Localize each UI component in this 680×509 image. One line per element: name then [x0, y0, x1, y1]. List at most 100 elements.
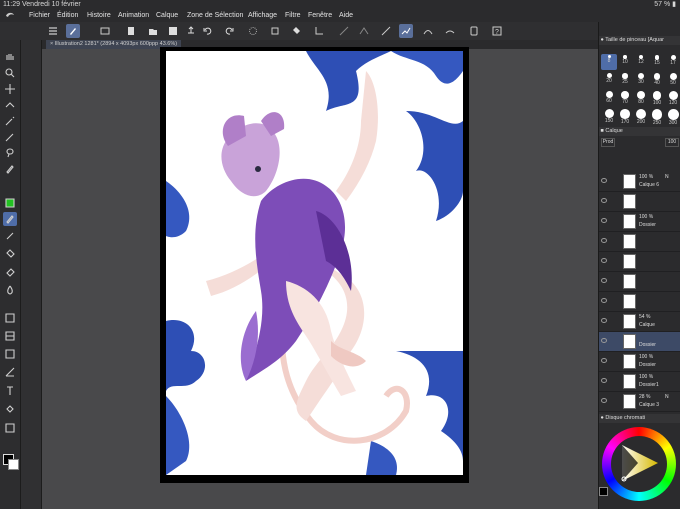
brush-size-option[interactable]: 150: [601, 108, 617, 124]
text-icon[interactable]: [3, 384, 17, 398]
brush-size-option[interactable]: 15: [649, 54, 665, 70]
bucket-icon[interactable]: [289, 24, 303, 38]
stroke2-icon[interactable]: [443, 24, 457, 38]
menu-animation[interactable]: Animation: [118, 9, 149, 22]
browser-icon[interactable]: [98, 24, 112, 38]
menu-aide[interactable]: Aide: [339, 9, 353, 22]
brush-size-option[interactable]: 120: [665, 90, 680, 106]
layer-row[interactable]: 100 % N Calque 6: [599, 172, 680, 192]
brush-size-option[interactable]: 200: [633, 108, 649, 125]
menu-filtre[interactable]: Filtre: [285, 9, 301, 22]
brush-size-option[interactable]: 40: [649, 72, 665, 88]
brush-icon[interactable]: [3, 229, 17, 243]
visibility-eye-icon[interactable]: [601, 278, 607, 283]
device-icon[interactable]: [467, 24, 481, 38]
brush-size-option[interactable]: 17: [665, 54, 680, 70]
hand-icon[interactable]: [3, 50, 17, 64]
brush-size-option[interactable]: 10: [617, 54, 633, 70]
zoom-icon[interactable]: [3, 66, 17, 80]
brush-size-option[interactable]: 12: [633, 54, 649, 70]
menu-icon[interactable]: [46, 24, 60, 38]
frame-icon[interactable]: [3, 329, 17, 343]
spinner-icon[interactable]: [246, 24, 260, 38]
visibility-eye-icon[interactable]: [601, 358, 607, 363]
magic-wand-icon[interactable]: [3, 114, 17, 128]
brush-size-option[interactable]: 30: [633, 72, 649, 88]
snap-icon[interactable]: [379, 24, 393, 38]
move-icon[interactable]: [3, 82, 17, 96]
pencil-icon[interactable]: [3, 212, 17, 226]
visibility-eye-icon[interactable]: [601, 238, 607, 243]
ruler-cmd-icon[interactable]: [337, 24, 351, 38]
brush-size-option[interactable]: 50: [665, 72, 680, 88]
sub-color-chip[interactable]: [8, 459, 19, 470]
crop-icon[interactable]: [312, 24, 326, 38]
pen-icon[interactable]: [3, 162, 17, 176]
brush-size-option[interactable]: 300: [665, 108, 680, 126]
visibility-eye-icon[interactable]: [601, 198, 607, 203]
visibility-eye-icon[interactable]: [601, 338, 607, 343]
main-color-swatch[interactable]: [599, 487, 608, 496]
green-color-icon[interactable]: [3, 196, 17, 210]
layer-row[interactable]: 100 % Dossier1: [599, 372, 680, 392]
selection-icon[interactable]: [3, 421, 17, 435]
menu-fichier[interactable]: Fichier: [29, 9, 50, 22]
help-icon[interactable]: ?: [490, 24, 504, 38]
eyedropper-icon[interactable]: [3, 130, 17, 144]
menu-zone-selection[interactable]: Zone de Sélection: [187, 9, 243, 22]
undo-icon[interactable]: [201, 24, 215, 38]
menu-fenetre[interactable]: Fenêtre: [308, 9, 332, 22]
layer-row[interactable]: 100 % Dossier: [599, 212, 680, 232]
open-icon[interactable]: [146, 24, 160, 38]
layer-row[interactable]: 54 % Calque: [599, 312, 680, 332]
layer-row[interactable]: [599, 232, 680, 252]
stroke-icon[interactable]: [421, 24, 435, 38]
eraser-icon[interactable]: [3, 265, 17, 279]
redo-icon[interactable]: [222, 24, 236, 38]
visibility-eye-icon[interactable]: [601, 298, 607, 303]
snap-active-icon[interactable]: [399, 24, 413, 38]
menu-edition[interactable]: Édition: [57, 9, 78, 22]
layer-row[interactable]: [599, 292, 680, 312]
visibility-eye-icon[interactable]: [601, 378, 607, 383]
menu-histoire[interactable]: Histoire: [87, 9, 111, 22]
brush-size-option[interactable]: 60: [601, 90, 617, 106]
app-logo-icon[interactable]: [5, 11, 15, 20]
visibility-eye-icon[interactable]: [601, 258, 607, 263]
layer-row[interactable]: 28 % N Calque 3: [599, 392, 680, 412]
brush-size-option[interactable]: 250: [649, 108, 665, 126]
layer-row[interactable]: Dossier: [599, 332, 680, 352]
layer-move-icon[interactable]: [3, 98, 17, 112]
brush-size-option[interactable]: 25: [617, 72, 633, 88]
export-icon[interactable]: [184, 24, 198, 38]
visibility-eye-icon[interactable]: [601, 398, 607, 403]
visibility-eye-icon[interactable]: [601, 218, 607, 223]
visibility-eye-icon[interactable]: [601, 318, 607, 323]
shape-icon[interactable]: [3, 311, 17, 325]
layer-row[interactable]: [599, 272, 680, 292]
lasso-icon[interactable]: [3, 146, 17, 160]
menu-calque[interactable]: Calque: [156, 9, 178, 22]
menu-affichage[interactable]: Affichage: [248, 9, 277, 22]
visibility-eye-icon[interactable]: [601, 178, 607, 183]
brush-size-option[interactable]: 100: [649, 90, 665, 106]
new-icon[interactable]: [124, 24, 138, 38]
brush-size-option[interactable]: 8: [601, 54, 617, 70]
brush-size-option[interactable]: 20: [601, 72, 617, 88]
fill-icon[interactable]: [3, 247, 17, 261]
color-triangle[interactable]: [618, 441, 662, 485]
layer-row[interactable]: 100 % Dossier: [599, 352, 680, 372]
blend-icon[interactable]: [3, 283, 17, 297]
transform-icon[interactable]: [268, 24, 282, 38]
opacity-field[interactable]: 100: [665, 138, 679, 147]
brush-size-option[interactable]: 70: [617, 90, 633, 106]
gradient-icon[interactable]: [3, 347, 17, 361]
layer-row[interactable]: [599, 252, 680, 272]
canvas-artwork[interactable]: [166, 51, 463, 475]
save-icon[interactable]: [166, 24, 180, 38]
layer-row[interactable]: [599, 192, 680, 212]
brush-size-option[interactable]: 80: [633, 90, 649, 106]
correct-icon[interactable]: [3, 402, 17, 416]
pen-tool-icon[interactable]: [66, 24, 80, 38]
brush-size-option[interactable]: 170: [617, 108, 633, 125]
